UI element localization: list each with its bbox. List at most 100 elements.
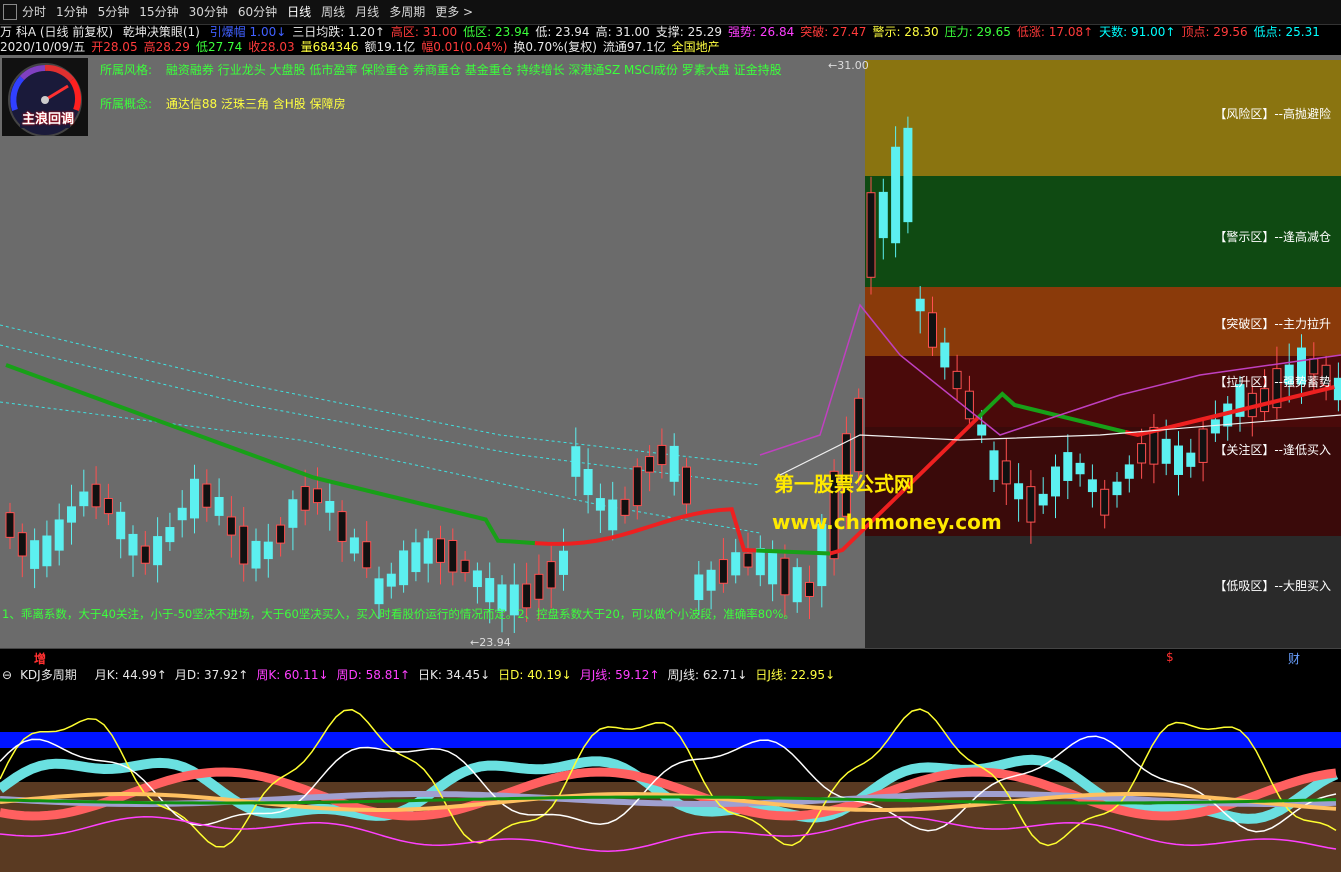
indicator-value: 突破: 27.47	[800, 25, 867, 39]
price-chart[interactable]	[0, 55, 1341, 648]
candle-body	[940, 342, 950, 368]
style-tags: 融资融券 行业龙头 大盘股 低市盈率 保险重仓 券商重仓 基金重仓 持续增长 深…	[165, 63, 782, 77]
ma-main-green	[5, 363, 536, 546]
indicator-value: 三日均跌: 1.20↑	[292, 25, 385, 39]
tab-period[interactable]: 60分钟	[238, 4, 277, 20]
candle-body	[128, 533, 138, 556]
candle-body	[1210, 419, 1220, 434]
kdj-chart	[0, 684, 1341, 872]
tab-period[interactable]: 分时	[22, 4, 46, 20]
kdj-collapse-icon[interactable]: ⊖	[2, 668, 12, 682]
candle-body	[436, 538, 445, 563]
candle-body	[964, 390, 974, 420]
candle-body	[1333, 377, 1341, 401]
candle-body	[5, 512, 15, 538]
tab-period[interactable]: 多周期	[389, 4, 425, 20]
tab-more[interactable]: 更多 >	[435, 4, 473, 20]
candle-body	[202, 483, 212, 508]
concept-label: 所属概念:	[100, 97, 153, 111]
tab-period[interactable]: 1分钟	[56, 4, 88, 20]
indicator-name[interactable]: 乾坤决策眼(1)	[123, 25, 200, 39]
kdj-value: 周K: 60.11↓	[256, 668, 329, 682]
candle-body	[214, 496, 224, 516]
ma-dashed-line	[0, 324, 761, 466]
zone-label-rise: 【拉升区】--强势蓄势	[1214, 375, 1331, 389]
candle-body	[140, 545, 150, 564]
style-line: 所属风格: 融资融券 行业龙头 大盘股 低市盈率 保险重仓 券商重仓 基金重仓 …	[100, 61, 782, 78]
ohlc-value: 低27.74	[195, 40, 243, 54]
ohlc-value: 收28.03	[248, 40, 295, 54]
candle-body	[534, 573, 544, 600]
tab-period[interactable]: 月线	[355, 4, 379, 20]
trend-gauge: 主浪回调	[2, 58, 88, 137]
indicator-value: 低点: 25.31	[1253, 25, 1320, 39]
kdj-value: 周D: 58.81↑	[336, 668, 411, 682]
candle-body	[374, 578, 384, 605]
ohlc-value: 全国地产	[671, 40, 720, 54]
marker-dividend[interactable]: $	[1166, 650, 1174, 664]
ohlc-value: 开28.05	[91, 40, 138, 54]
candle-body	[792, 567, 802, 603]
candle-body	[620, 498, 630, 516]
candle-body	[263, 541, 273, 560]
indicator-values-row: 万 科A (日线 前复权) 乾坤决策眼(1) 引爆帽 1.00↓ 三日均跌: 1.…	[0, 25, 1332, 40]
candle-body	[288, 499, 298, 528]
tab-period[interactable]: 5分钟	[98, 4, 130, 20]
formula-note: 1、乖离系数，大于40关注，小于-50坚决不进场，大于60坚决买入，买入时看股价…	[2, 607, 795, 621]
tab-period[interactable]: 15分钟	[139, 4, 178, 20]
ohlc-value: 换0.70%(复权)	[513, 40, 597, 54]
candle-body	[423, 538, 433, 564]
candle-body	[251, 540, 261, 569]
candle-body	[1014, 483, 1024, 500]
tab-period[interactable]: 30分钟	[189, 4, 228, 20]
tab-period-active[interactable]: 日线	[287, 4, 311, 20]
candle-body	[952, 370, 962, 390]
kdj-value: 月K: 44.99↑	[94, 668, 167, 682]
kdj-header: ⊖ KDJ多周期 月K: 44.99↑ 月D: 37.92↑ 周K: 60.11↓ 周D:…	[0, 666, 1341, 684]
marker-finance[interactable]: 财	[1288, 650, 1300, 667]
ohlc-value: 高28.29	[143, 40, 190, 54]
zone-label-risk: 【风险区】--高抛避险	[1214, 107, 1331, 121]
indicator-value: 低区: 23.94	[463, 25, 530, 39]
candle-body	[399, 550, 409, 586]
zone-label-buy: 【低吸区】--大胆买入	[1214, 579, 1331, 593]
candle-body	[165, 527, 175, 543]
ohlc-value: 流通97.1亿	[602, 40, 666, 54]
indicator-value: 支撑: 25.29	[655, 25, 723, 39]
candle-body	[669, 445, 679, 482]
candle-body	[657, 444, 667, 466]
kdj-value: 日J线: 22.95↓	[755, 668, 836, 682]
candle-body	[276, 524, 286, 544]
candle-body	[977, 424, 987, 436]
indicator-value: 压力: 29.65	[944, 25, 1011, 39]
candle-body	[878, 191, 888, 239]
candle-body	[522, 583, 532, 609]
gauge-label: 主浪回调	[22, 112, 75, 127]
zone-label-watch: 【关注区】--逢低买入	[1214, 443, 1331, 457]
event-marker-bar: 增 $ 财	[0, 648, 1341, 667]
candle-body	[546, 561, 556, 589]
panel-toggle-icon[interactable]	[3, 4, 17, 20]
kdj-value: 日D: 40.19↓	[498, 668, 572, 682]
candle-body	[780, 557, 790, 596]
indicator-value: 天数: 91.00↑	[1099, 25, 1176, 39]
candle-body	[891, 146, 901, 244]
candle-body	[1112, 481, 1122, 496]
tab-period[interactable]: 周线	[321, 4, 345, 20]
candle-body	[559, 550, 568, 575]
ohlc-value: 量684346	[300, 40, 359, 54]
watermark-title: 第一股票公式网	[774, 472, 914, 496]
kdj-blue-band	[0, 732, 1341, 748]
indicator-value: 低涨: 17.08↑	[1016, 25, 1094, 39]
kdj-panel[interactable]	[0, 684, 1341, 872]
ohlc-value: 2020/10/09/五	[0, 40, 86, 54]
candle-body	[325, 500, 335, 513]
kdj-title[interactable]: KDJ多周期	[20, 668, 77, 682]
kdj-value: 月J线: 59.12↑	[579, 668, 660, 682]
zone-label-breakout: 【突破区】--主力拉升	[1214, 317, 1331, 331]
marker-increase[interactable]: 增	[34, 650, 46, 667]
watermark-url: www.chnmoney.com	[772, 510, 1002, 534]
candle-body	[866, 192, 876, 278]
high-price-mark: ←31.00	[828, 59, 869, 72]
ohlc-row: 2020/10/09/五 开28.05 高28.29 低27.74 收28.03 量684…	[0, 40, 732, 54]
